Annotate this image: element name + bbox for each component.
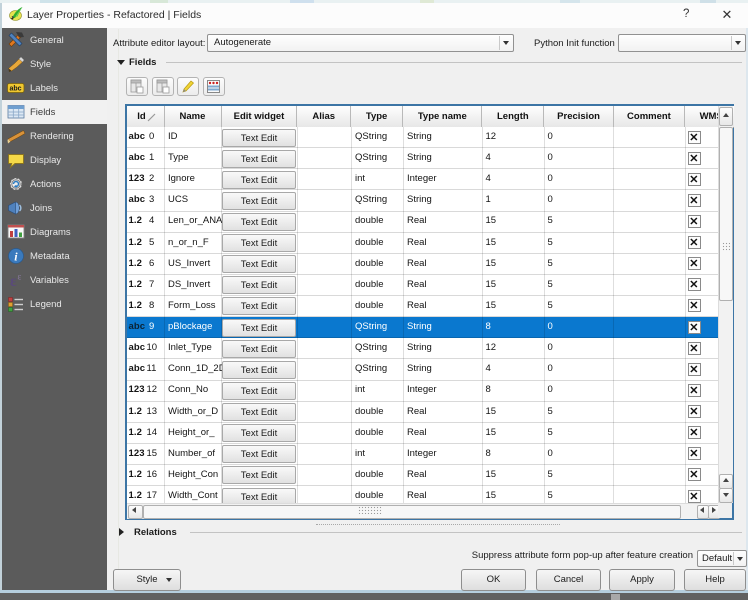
svg-text:ε: ε (10, 273, 17, 289)
svg-text:ε: ε (17, 272, 21, 282)
svg-text:abc: abc (9, 86, 21, 93)
